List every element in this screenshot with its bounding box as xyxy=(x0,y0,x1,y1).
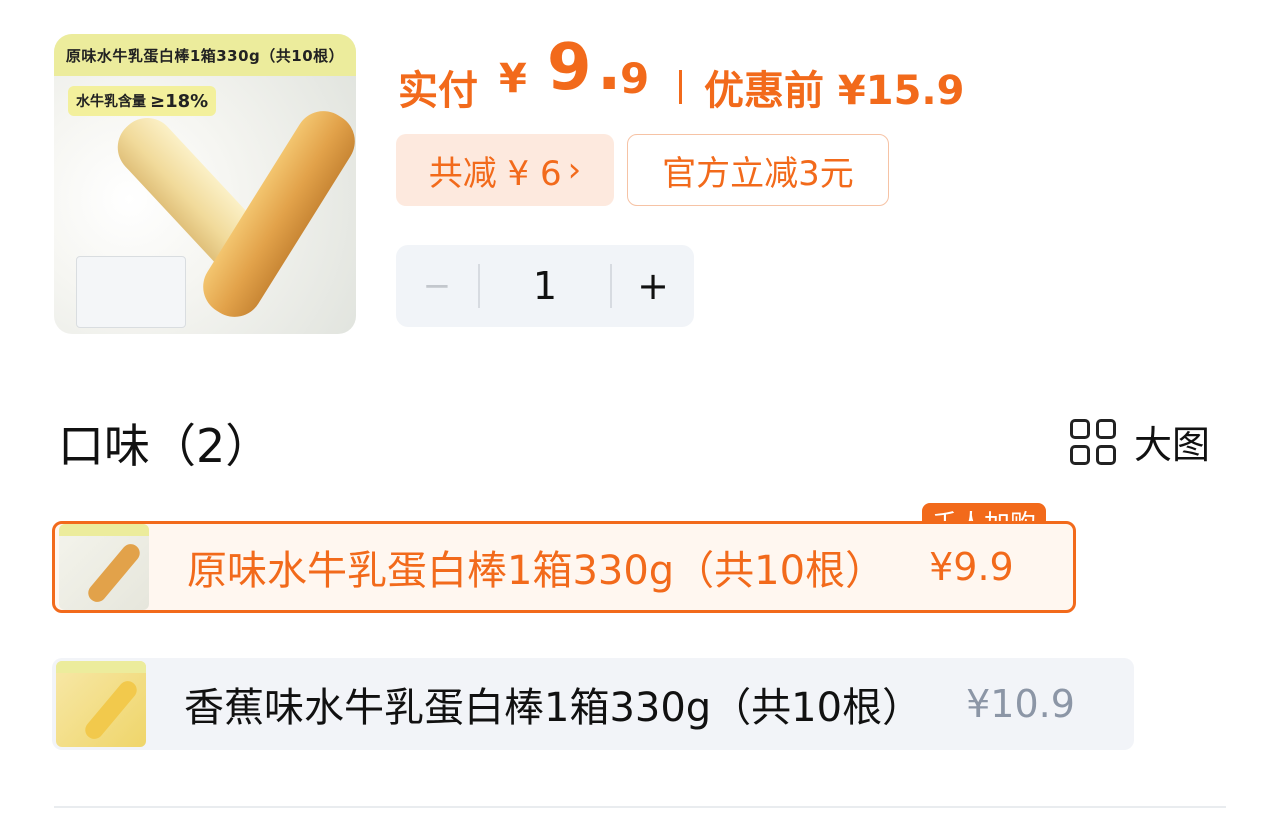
flavor-option-banana[interactable]: 香蕉味水牛乳蛋白棒1箱330g（共10根） ¥10.9 xyxy=(52,658,1134,750)
total-discount-chip[interactable]: 共减 ¥ 6 › xyxy=(396,134,614,206)
quantity-stepper: − 1 + xyxy=(396,245,694,327)
chevron-right-icon: › xyxy=(567,150,582,190)
grid-icon xyxy=(1070,418,1116,465)
quantity-value[interactable]: 1 xyxy=(480,264,610,308)
flavor-option-original[interactable]: 原味水牛乳蛋白棒1箱330g（共10根） ¥9.9 xyxy=(52,521,1076,613)
flavor-option-name: 原味水牛乳蛋白棒1箱330g（共10根） xyxy=(187,548,886,594)
pay-price-integer: 9 xyxy=(547,31,592,105)
flavor-option-name: 香蕉味水牛乳蛋白棒1箱330g（共10根） xyxy=(184,685,923,731)
pay-label: 实付 xyxy=(398,68,478,114)
thumbnail-tag-value: ≥18% xyxy=(150,90,209,112)
price-separator xyxy=(679,70,682,104)
thumbnail-banner: 原味水牛乳蛋白棒1箱330g（共10根） xyxy=(54,34,356,76)
product-thumbnail[interactable]: 原味水牛乳蛋白棒1箱330g（共10根） 水牛乳含量 ≥18% xyxy=(54,34,356,334)
pay-price-decimal: 9 xyxy=(620,54,650,103)
total-discount-label: 共减 ¥ 6 xyxy=(428,153,562,194)
flavor-section-title: 口味（2） xyxy=(58,419,272,473)
section-divider xyxy=(54,806,1226,808)
thumbnail-tag-text: 水牛乳含量 xyxy=(76,94,146,110)
official-discount-label: 官方立减3元 xyxy=(662,153,854,194)
big-image-toggle[interactable]: 大图 xyxy=(1070,414,1210,469)
decrement-button[interactable]: − xyxy=(396,266,478,306)
flavor-option-price: ¥10.9 xyxy=(966,682,1075,726)
pay-price-dot: . xyxy=(597,31,622,105)
pay-currency: ¥ xyxy=(499,56,527,102)
official-discount-chip: 官方立减3元 xyxy=(627,134,889,206)
flavor-option-thumbnail xyxy=(59,524,149,610)
thumbnail-tag: 水牛乳含量 ≥18% xyxy=(68,86,217,116)
original-price: 优惠前 ¥15.9 xyxy=(704,68,965,114)
increment-button[interactable]: + xyxy=(612,264,694,308)
product-box-image xyxy=(76,256,186,328)
flavor-option-thumbnail xyxy=(56,661,146,747)
flavor-option-price: ¥9.9 xyxy=(929,545,1014,589)
big-image-label: 大图 xyxy=(1134,423,1211,467)
